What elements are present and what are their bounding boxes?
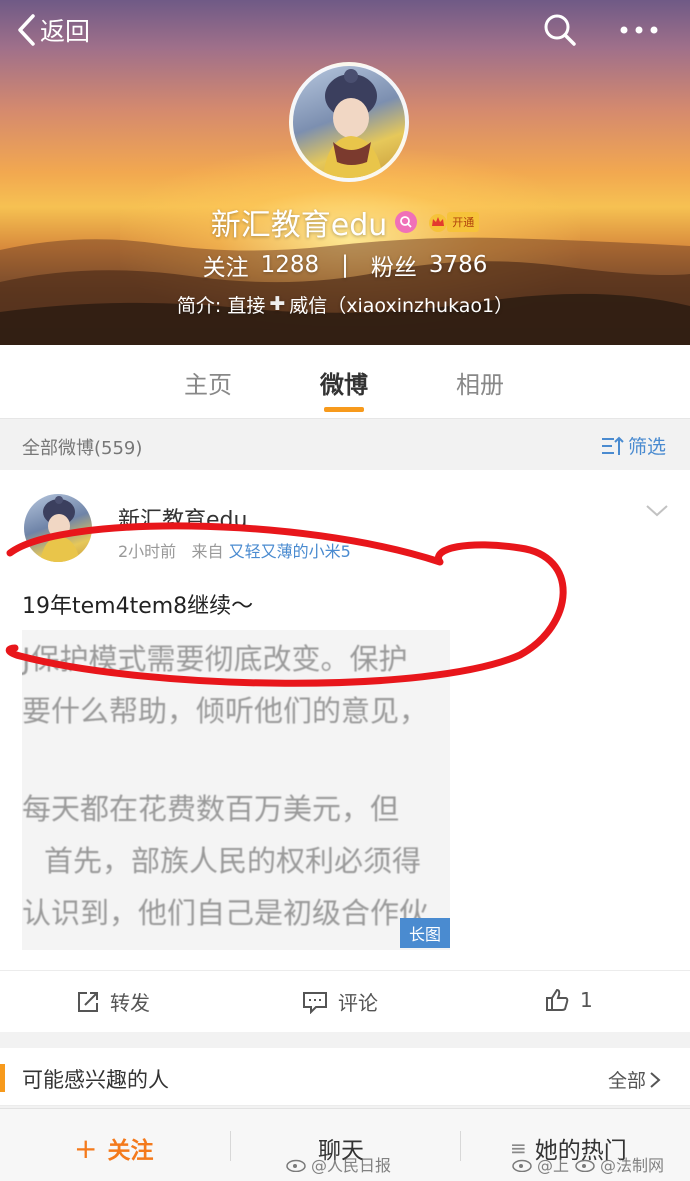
weibo-count: 全部微博(559) [22,438,143,459]
back-label: 返回 [40,17,91,46]
chevron-right-icon [650,1071,661,1088]
share-icon [78,991,98,1012]
image-text-line: 每天都在花费数百万美元，但 [22,792,400,826]
avatar-portrait [323,69,383,178]
following-label[interactable]: 关注 [203,248,249,282]
profile-name-row: 新汇教育edu 开通 [0,200,690,244]
suggested-people-title: 可能感兴趣的人 [22,1068,169,1092]
tab-weibo[interactable]: 微博 [320,365,368,400]
more-button[interactable] [616,10,662,50]
suggested-people-section: 可能感兴趣的人 全部 [0,1048,690,1106]
profile-cover: 返回 新汇教育edu 开通 关注 1288 | 粉丝 3786 简介: 直接 ✚… [0,0,690,345]
image-text-line: J保护模式需要彻底改变。保护 [22,642,408,676]
post-meta: 2小时前 来自 又轻又薄的小米5 [118,538,351,562]
followers-label[interactable]: 粉丝 [371,248,417,282]
long-image-badge: 长图 [400,918,450,948]
thumbs-up-icon [546,988,569,1011]
divider [230,1131,231,1161]
section-accent-bar [0,1064,5,1092]
comment-icon [303,991,327,1014]
plus-icon: + [74,1131,98,1165]
post-long-image[interactable]: J保护模式需要彻底改变。保护 要什么帮助，倾听他们的意见， 每天都在花费数百万美… [22,630,450,950]
tab-album[interactable]: 相册 [456,365,504,400]
post-actions: 转发 评论 1 [0,970,690,1032]
like-count: 1 [580,988,593,1012]
weibo-logo-icon [575,1159,595,1172]
weibo-post: 新汇教育edu 2小时前 来自 又轻又薄的小米5 19年tem4tem8继续～ … [0,470,690,1032]
weibo-logo-icon [512,1159,532,1172]
post-author-avatar[interactable] [24,494,92,562]
filter-button[interactable]: 筛选 [600,432,666,459]
watermark-right: @上 @法制网 [512,1152,664,1176]
bio-suffix: 威信（xiaoxinzhukao1） [289,294,514,317]
vip-open-label: 开通 [447,212,480,232]
search-icon [544,14,576,46]
top-bar: 返回 [0,0,690,60]
vip-badge[interactable]: 开通 [427,211,480,233]
watermark-text: @法制网 [600,1156,665,1175]
profile-tabs: 主页 微博 相册 [0,345,690,419]
image-text-line: 认识到，他们自己是初级合作伙 [22,896,429,930]
plus-icon: ✚ [269,293,286,315]
follow-label: 关注 [107,1138,154,1164]
bio-prefix: 简介: 直接 [176,294,266,317]
watermark-left: @人民日报 [286,1152,391,1176]
crown-icon [429,214,448,232]
repost-label: 转发 [110,991,150,1015]
more-icon [620,26,658,34]
chevron-left-icon [18,14,35,46]
image-text-line: 首先，部族人民的权利必须得 [44,844,422,878]
filter-label: 筛选 [628,436,667,458]
verified-search-icon[interactable] [395,211,418,233]
profile-avatar[interactable] [289,62,409,182]
comment-button[interactable]: 评论 [302,987,378,1016]
active-tab-indicator [324,407,364,412]
weibo-logo-icon [286,1159,306,1172]
watermark-text: @上 [537,1156,570,1175]
watermark-text: @人民日报 [311,1156,392,1175]
weibo-filter-bar: 全部微博(559) 筛选 [0,420,690,470]
filter-icon [602,436,624,455]
follow-stats: 关注 1288 | 粉丝 3786 [0,246,690,284]
followers-count[interactable]: 3786 [429,252,488,278]
avatar-portrait [40,496,80,562]
see-all-button[interactable]: 全部 [608,1066,664,1093]
following-count[interactable]: 1288 [261,252,320,278]
image-text-line: 要什么帮助，倾听他们的意见， [22,694,429,728]
repost-button[interactable]: 转发 [76,987,150,1016]
comment-label: 评论 [338,991,378,1015]
post-source-prefix: 来自 [191,542,224,561]
post-author-name[interactable]: 新汇教育edu [118,502,247,534]
stats-separator: | [341,252,349,278]
profile-name: 新汇教育edu [210,208,388,243]
post-text: 19年tem4tem8继续～ [22,594,254,619]
post-source-device[interactable]: 又轻又薄的小米5 [229,542,351,561]
chevron-down-icon[interactable] [644,502,670,520]
divider [460,1131,461,1161]
see-all-label: 全部 [608,1070,647,1092]
profile-bio: 简介: 直接 ✚ 威信（xiaoxinzhukao1） [0,287,690,321]
follow-button[interactable]: + 关注 [74,1131,153,1165]
search-button[interactable] [540,10,580,50]
tab-home[interactable]: 主页 [184,365,232,400]
like-button[interactable]: 1 [544,987,593,1013]
back-button[interactable]: 返回 [16,10,90,50]
post-time: 2小时前 [118,542,177,561]
